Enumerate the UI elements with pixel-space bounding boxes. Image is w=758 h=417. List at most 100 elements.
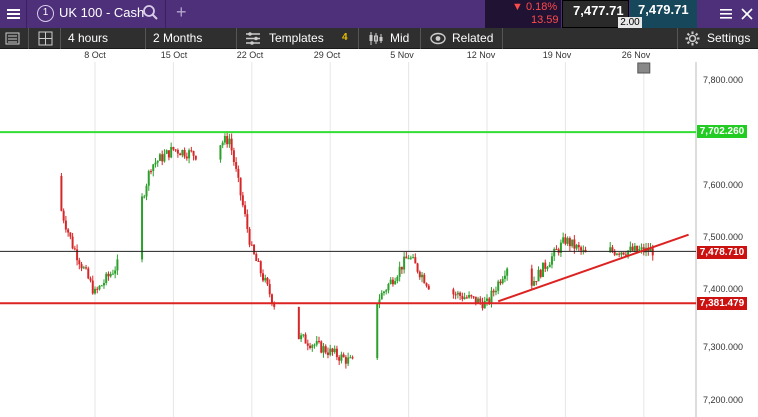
candle-down xyxy=(64,220,67,230)
close-icon[interactable] xyxy=(740,7,754,21)
candle-down xyxy=(499,281,502,284)
x-tick-label: 12 Nov xyxy=(466,50,496,60)
candle-up xyxy=(566,238,569,244)
candle-down xyxy=(185,156,188,159)
candle-up xyxy=(497,281,500,291)
eye-icon[interactable] xyxy=(430,32,446,45)
candle-up xyxy=(302,334,305,336)
chart-canvas[interactable] xyxy=(0,62,758,417)
candle-down xyxy=(414,257,417,264)
toolbar-separator xyxy=(28,28,29,49)
candle-up xyxy=(537,269,540,282)
candle-up xyxy=(412,257,415,259)
candle-up xyxy=(463,297,466,300)
candle-up xyxy=(456,292,459,295)
candle-down xyxy=(338,357,341,361)
instrument-name[interactable]: UK 100 - Cash xyxy=(59,5,144,20)
candle-up xyxy=(98,285,101,290)
candle-down xyxy=(636,245,639,251)
gear-icon[interactable] xyxy=(685,31,700,46)
candle-up xyxy=(141,196,144,260)
candle-down xyxy=(230,138,233,151)
candle-up xyxy=(494,290,497,293)
candle-up xyxy=(221,142,224,146)
search-icon[interactable] xyxy=(141,3,161,23)
tab-number-badge[interactable]: 1 xyxy=(37,5,54,22)
toolbar-separator xyxy=(420,28,421,49)
candle-down xyxy=(235,162,238,169)
candle-up xyxy=(533,281,536,286)
hamburger-icon[interactable] xyxy=(0,0,27,28)
candle-up xyxy=(165,150,168,154)
candle-down xyxy=(89,278,92,281)
candle-down xyxy=(270,294,273,304)
candle-up xyxy=(506,268,509,276)
candle-down xyxy=(465,297,468,299)
candle-up xyxy=(111,273,114,275)
candle-down xyxy=(400,266,403,270)
candle-down xyxy=(309,345,312,348)
candle-up xyxy=(389,279,392,284)
sell-price: 7,477.71 xyxy=(573,3,624,18)
plus-icon[interactable]: + xyxy=(176,2,187,23)
candle-down xyxy=(492,290,495,293)
candle-down xyxy=(190,150,193,152)
grid-icon[interactable] xyxy=(38,31,53,46)
candle-up xyxy=(542,262,544,277)
candle-down xyxy=(479,298,482,302)
range-select[interactable]: 2 Months xyxy=(153,28,202,49)
candle-down xyxy=(192,151,195,156)
candle-down xyxy=(474,296,477,303)
candle-down xyxy=(259,261,262,274)
related-button[interactable]: Related xyxy=(452,28,493,49)
candle-up xyxy=(322,346,325,353)
candle-down xyxy=(80,264,83,269)
date-axis: 8 Oct 15 Oct 22 Oct 29 Oct 5 Nov 12 Nov … xyxy=(0,49,758,62)
candle-down xyxy=(535,281,538,283)
candle-up xyxy=(615,253,618,255)
settings-button[interactable]: Settings xyxy=(707,28,750,49)
templates-icon[interactable] xyxy=(244,31,262,46)
candle-down xyxy=(427,285,430,290)
price-type-select[interactable]: Mid xyxy=(390,28,409,49)
chart-toolbar: 4 hours 2 Months Templates 4 Mid Related xyxy=(0,28,758,49)
time-marker-icon xyxy=(637,62,651,74)
candle-down xyxy=(150,171,152,173)
price-chart[interactable]: 7,800.000 7,600.000 7,500.000 7,400.000 … xyxy=(0,62,758,417)
layout-grid-icon[interactable] xyxy=(5,31,20,46)
candles-icon[interactable] xyxy=(368,31,384,46)
candle-down xyxy=(91,280,94,294)
y-tick-label: 7,400.000 xyxy=(703,284,744,294)
candle-down xyxy=(342,354,345,358)
candle-down xyxy=(257,261,260,263)
candle-down xyxy=(253,244,256,254)
candle-up xyxy=(394,281,397,285)
candle-down xyxy=(239,177,242,196)
candle-down xyxy=(60,176,63,211)
candle-down xyxy=(266,277,269,285)
candle-down xyxy=(461,295,464,300)
tab-separator xyxy=(165,0,166,28)
candle-up xyxy=(385,290,388,292)
candle-up xyxy=(468,295,471,298)
candle-up xyxy=(347,357,350,364)
y-tick-label: 7,200.000 xyxy=(703,395,744,405)
candle-up xyxy=(154,162,157,165)
window-controls xyxy=(713,0,758,28)
templates-button[interactable]: Templates xyxy=(269,28,324,49)
candle-up xyxy=(143,196,146,198)
candle-up xyxy=(181,150,184,156)
candle-down xyxy=(297,306,300,340)
candle-up xyxy=(329,348,332,355)
candle-up xyxy=(114,270,117,274)
hamburger-icon[interactable] xyxy=(719,7,733,21)
candle-down xyxy=(452,289,455,295)
candle-up xyxy=(156,160,159,163)
y-tick-label: 7,800.000 xyxy=(703,75,744,85)
candle-down xyxy=(78,260,81,265)
candle-up xyxy=(340,354,343,361)
spread-badge: 2.00 xyxy=(618,17,642,28)
interval-select[interactable]: 4 hours xyxy=(68,28,108,49)
candle-down xyxy=(459,292,462,296)
candle-down xyxy=(564,237,567,244)
